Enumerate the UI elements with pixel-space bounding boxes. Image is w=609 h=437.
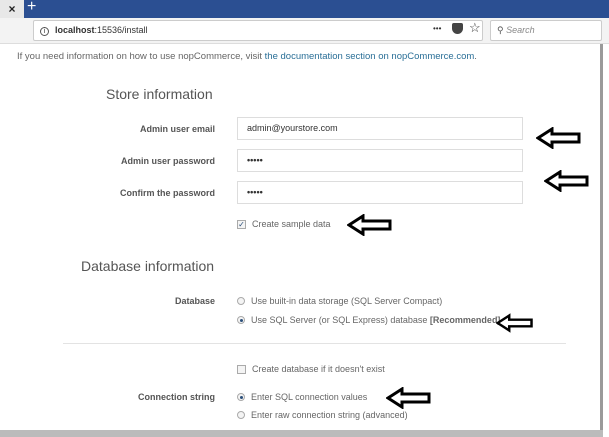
database-label: Database [174, 296, 215, 306]
arrow-left-icon [544, 170, 589, 192]
admin-password-input[interactable]: ••••• [237, 149, 523, 172]
radio-sql-connection-values[interactable]: Enter SQL connection values [237, 392, 367, 402]
admin-email-input[interactable]: admin@yourstore.com [237, 117, 523, 140]
info-icon[interactable]: i [40, 27, 49, 36]
search-placeholder: Search [506, 25, 535, 35]
address-bar[interactable]: i localhost:15536/install [33, 20, 483, 41]
info-text: If you need information on how to use no… [17, 51, 477, 62]
confirm-password-input[interactable]: ••••• [237, 181, 523, 204]
tab-bar [0, 0, 609, 18]
arrow-left-icon [386, 387, 431, 409]
divider [63, 343, 566, 344]
close-tab-button[interactable]: × [0, 0, 24, 18]
arrow-left-icon [496, 313, 533, 333]
radio-icon[interactable] [237, 411, 245, 419]
window-border-bottom [0, 430, 603, 437]
create-db-label: Create database if it doesn't exist [252, 364, 385, 374]
arrow-left-icon [347, 214, 392, 236]
option-label: Use built-in data storage (SQL Server Co… [251, 296, 443, 306]
radio-sql-compact[interactable]: Use built-in data storage (SQL Server Co… [237, 296, 442, 306]
checkbox-checked-icon[interactable]: ✓ [237, 219, 246, 229]
documentation-link[interactable]: the documentation section on nopCommerce… [265, 51, 475, 62]
create-sample-data-checkbox[interactable]: ✓ Create sample data [237, 219, 331, 229]
new-tab-button[interactable]: + [27, 0, 36, 16]
admin-password-label: Admin user password [120, 156, 215, 166]
radio-sql-server[interactable]: Use SQL Server (or SQL Express) database… [237, 315, 500, 325]
radio-raw-connection-string[interactable]: Enter raw connection string (advanced) [237, 410, 408, 420]
option-label: Enter SQL connection values [251, 392, 368, 402]
radio-selected-icon[interactable] [237, 316, 245, 324]
option-label: Enter raw connection string (advanced) [251, 410, 408, 420]
window-border [600, 44, 603, 437]
url-host: localhost [55, 25, 95, 35]
confirm-password-label: Confirm the password [119, 188, 215, 198]
pocket-icon[interactable] [452, 23, 463, 34]
create-database-checkbox[interactable]: Create database if it doesn't exist [237, 364, 385, 374]
search-input[interactable]: ⚲ Search [490, 20, 602, 41]
radio-selected-icon[interactable] [237, 393, 245, 401]
url-path: :15536/install [94, 25, 148, 35]
sample-data-label: Create sample data [252, 219, 331, 229]
page-actions-menu[interactable]: ••• [433, 24, 441, 33]
checkbox-icon[interactable] [237, 364, 246, 374]
arrow-left-icon [536, 127, 581, 149]
database-information-heading: Database information [81, 258, 215, 274]
radio-icon[interactable] [237, 297, 245, 305]
search-icon: ⚲ [497, 25, 507, 35]
admin-email-label: Admin user email [139, 124, 215, 134]
store-information-heading: Store information [106, 86, 213, 102]
connection-string-label: Connection string [138, 392, 215, 402]
bookmark-star-icon[interactable]: ☆ [469, 20, 481, 36]
recommended-tag: [Recommended] [429, 315, 501, 325]
option-label: Use SQL Server (or SQL Express) database [251, 315, 428, 325]
